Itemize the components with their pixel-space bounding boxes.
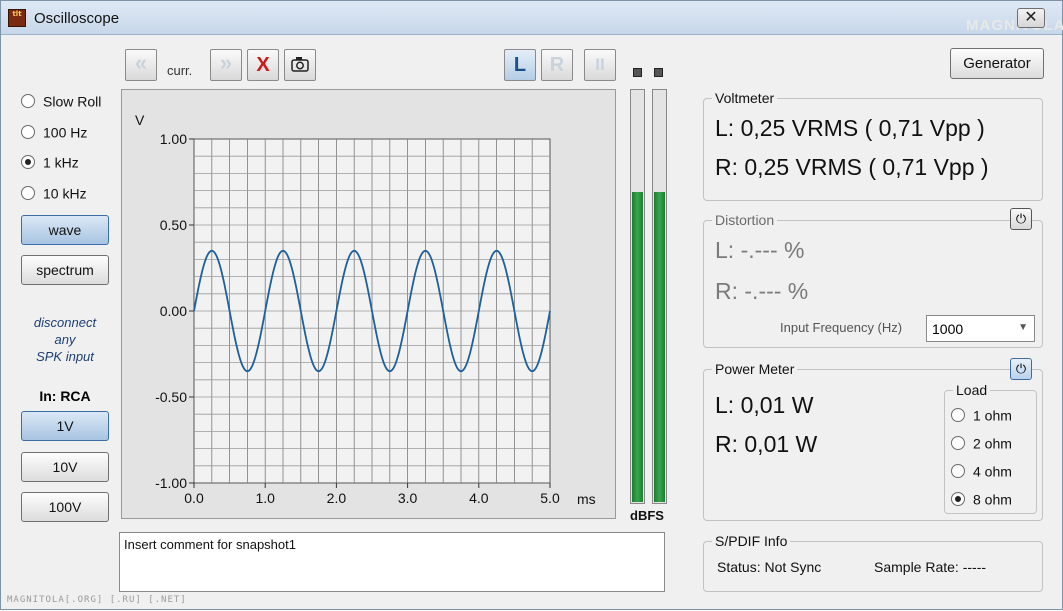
watermark-footer: MAGNITOLA[.ORG] [.RU] [.NET] xyxy=(7,595,187,605)
power-icon: ⏻ xyxy=(1015,361,1027,376)
spdif-sample-rate: Sample Rate: ----- xyxy=(874,559,987,575)
radio-slow-roll[interactable] xyxy=(21,94,35,109)
timebase-option-100hz[interactable]: 100 Hz xyxy=(21,123,87,143)
snapshot-comment-field[interactable]: Insert comment for snapshot1 xyxy=(119,532,665,592)
note-line-3: SPK input xyxy=(36,349,94,364)
right-channel-button[interactable]: R xyxy=(541,49,573,81)
power-icon: ⏻ xyxy=(1015,211,1027,226)
right-level-meter xyxy=(652,89,667,504)
right-level-fill xyxy=(654,192,665,502)
right-clip-indicator xyxy=(654,68,663,77)
current-snapshot-label: curr. xyxy=(167,63,193,78)
title-bar: tlt Oscilloscope MAGNITOLA ✕ xyxy=(1,1,1063,35)
oscilloscope-window: tlt Oscilloscope MAGNITOLA ✕ « curr. » X… xyxy=(0,0,1063,610)
take-snapshot-button[interactable] xyxy=(284,49,316,81)
voltmeter-group: Voltmeter xyxy=(703,90,1043,201)
radio-100hz[interactable] xyxy=(21,125,35,140)
distortion-power-button[interactable]: ⏻ xyxy=(1010,208,1032,230)
pause-button[interactable]: II xyxy=(584,49,616,81)
radio-2ohm[interactable] xyxy=(951,436,965,451)
close-button[interactable]: ✕ xyxy=(1017,8,1045,28)
power-left-value: L: 0,01 W xyxy=(715,392,814,418)
previous-snapshot-button[interactable]: « xyxy=(125,49,157,81)
spdif-title: S/PDIF Info xyxy=(712,533,791,549)
load-option-8ohm[interactable]: 8 ohm xyxy=(951,490,1012,510)
load-option-4ohm[interactable]: 4 ohm xyxy=(951,462,1012,482)
timebase-option-10khz[interactable]: 10 kHz xyxy=(21,184,87,204)
load-option-2ohm[interactable]: 2 ohm xyxy=(951,434,1012,454)
input-frequency-label: Input Frequency (Hz) xyxy=(780,320,903,335)
range-10v-button[interactable]: 10V xyxy=(21,452,109,482)
radio-8ohm[interactable] xyxy=(951,492,965,507)
power-meter-power-button[interactable]: ⏻ xyxy=(1010,358,1032,380)
timebase-option-1khz[interactable]: 1 kHz xyxy=(21,153,79,173)
input-frequency-value: 1000 xyxy=(932,321,964,337)
note-line-1: disconnect xyxy=(33,315,97,330)
left-channel-button[interactable]: L xyxy=(504,49,536,81)
oscilloscope-plot-frame xyxy=(121,89,616,519)
power-meter-title: Power Meter xyxy=(712,361,798,377)
left-level-meter xyxy=(630,89,645,504)
voltmeter-right-value: R: 0,25 VRMS ( 0,71 Vpp ) xyxy=(715,154,989,180)
power-right-value: R: 0,01 W xyxy=(715,431,818,457)
load-option-1ohm[interactable]: 1 ohm xyxy=(951,406,1012,426)
range-1v-button[interactable]: 1V xyxy=(21,411,109,441)
radio-1ohm[interactable] xyxy=(951,408,965,423)
timebase-option-slow-roll[interactable]: Slow Roll xyxy=(21,92,101,112)
spectrum-button[interactable]: spectrum xyxy=(21,255,109,285)
input-source-label: In: RCA xyxy=(39,388,91,404)
window-title: Oscilloscope xyxy=(34,10,120,27)
spdif-status: Status: Not Sync xyxy=(717,559,822,575)
input-frequency-select[interactable]: 1000 ▼ xyxy=(926,315,1035,342)
distortion-title: Distortion xyxy=(712,212,778,228)
left-clip-indicator xyxy=(633,68,642,77)
range-100v-button[interactable]: 100V xyxy=(21,492,109,522)
delete-snapshot-button[interactable]: X xyxy=(247,49,279,81)
spk-input-warning: disconnect any SPK input xyxy=(21,314,109,365)
voltmeter-left-value: L: 0,25 VRMS ( 0,71 Vpp ) xyxy=(715,115,985,141)
left-level-fill xyxy=(632,192,643,502)
next-snapshot-button[interactable]: » xyxy=(210,49,242,81)
camera-icon xyxy=(291,57,309,72)
wave-button[interactable]: wave xyxy=(21,215,109,245)
radio-1khz[interactable] xyxy=(21,155,35,170)
distortion-right-value: R: -.--- % xyxy=(715,278,809,304)
radio-10khz[interactable] xyxy=(21,186,35,201)
chevron-down-icon: ▼ xyxy=(1018,322,1028,333)
note-line-2: any xyxy=(54,332,76,347)
voltmeter-title: Voltmeter xyxy=(712,90,778,106)
load-title: Load xyxy=(953,382,991,398)
app-icon: tlt xyxy=(8,9,26,27)
watermark-logo: MAGNITOLA xyxy=(966,17,1063,34)
dbfs-label: dBFS xyxy=(630,508,664,523)
generator-button[interactable]: Generator xyxy=(950,48,1044,79)
radio-4ohm[interactable] xyxy=(951,464,965,479)
distortion-left-value: L: -.--- % xyxy=(715,237,805,263)
